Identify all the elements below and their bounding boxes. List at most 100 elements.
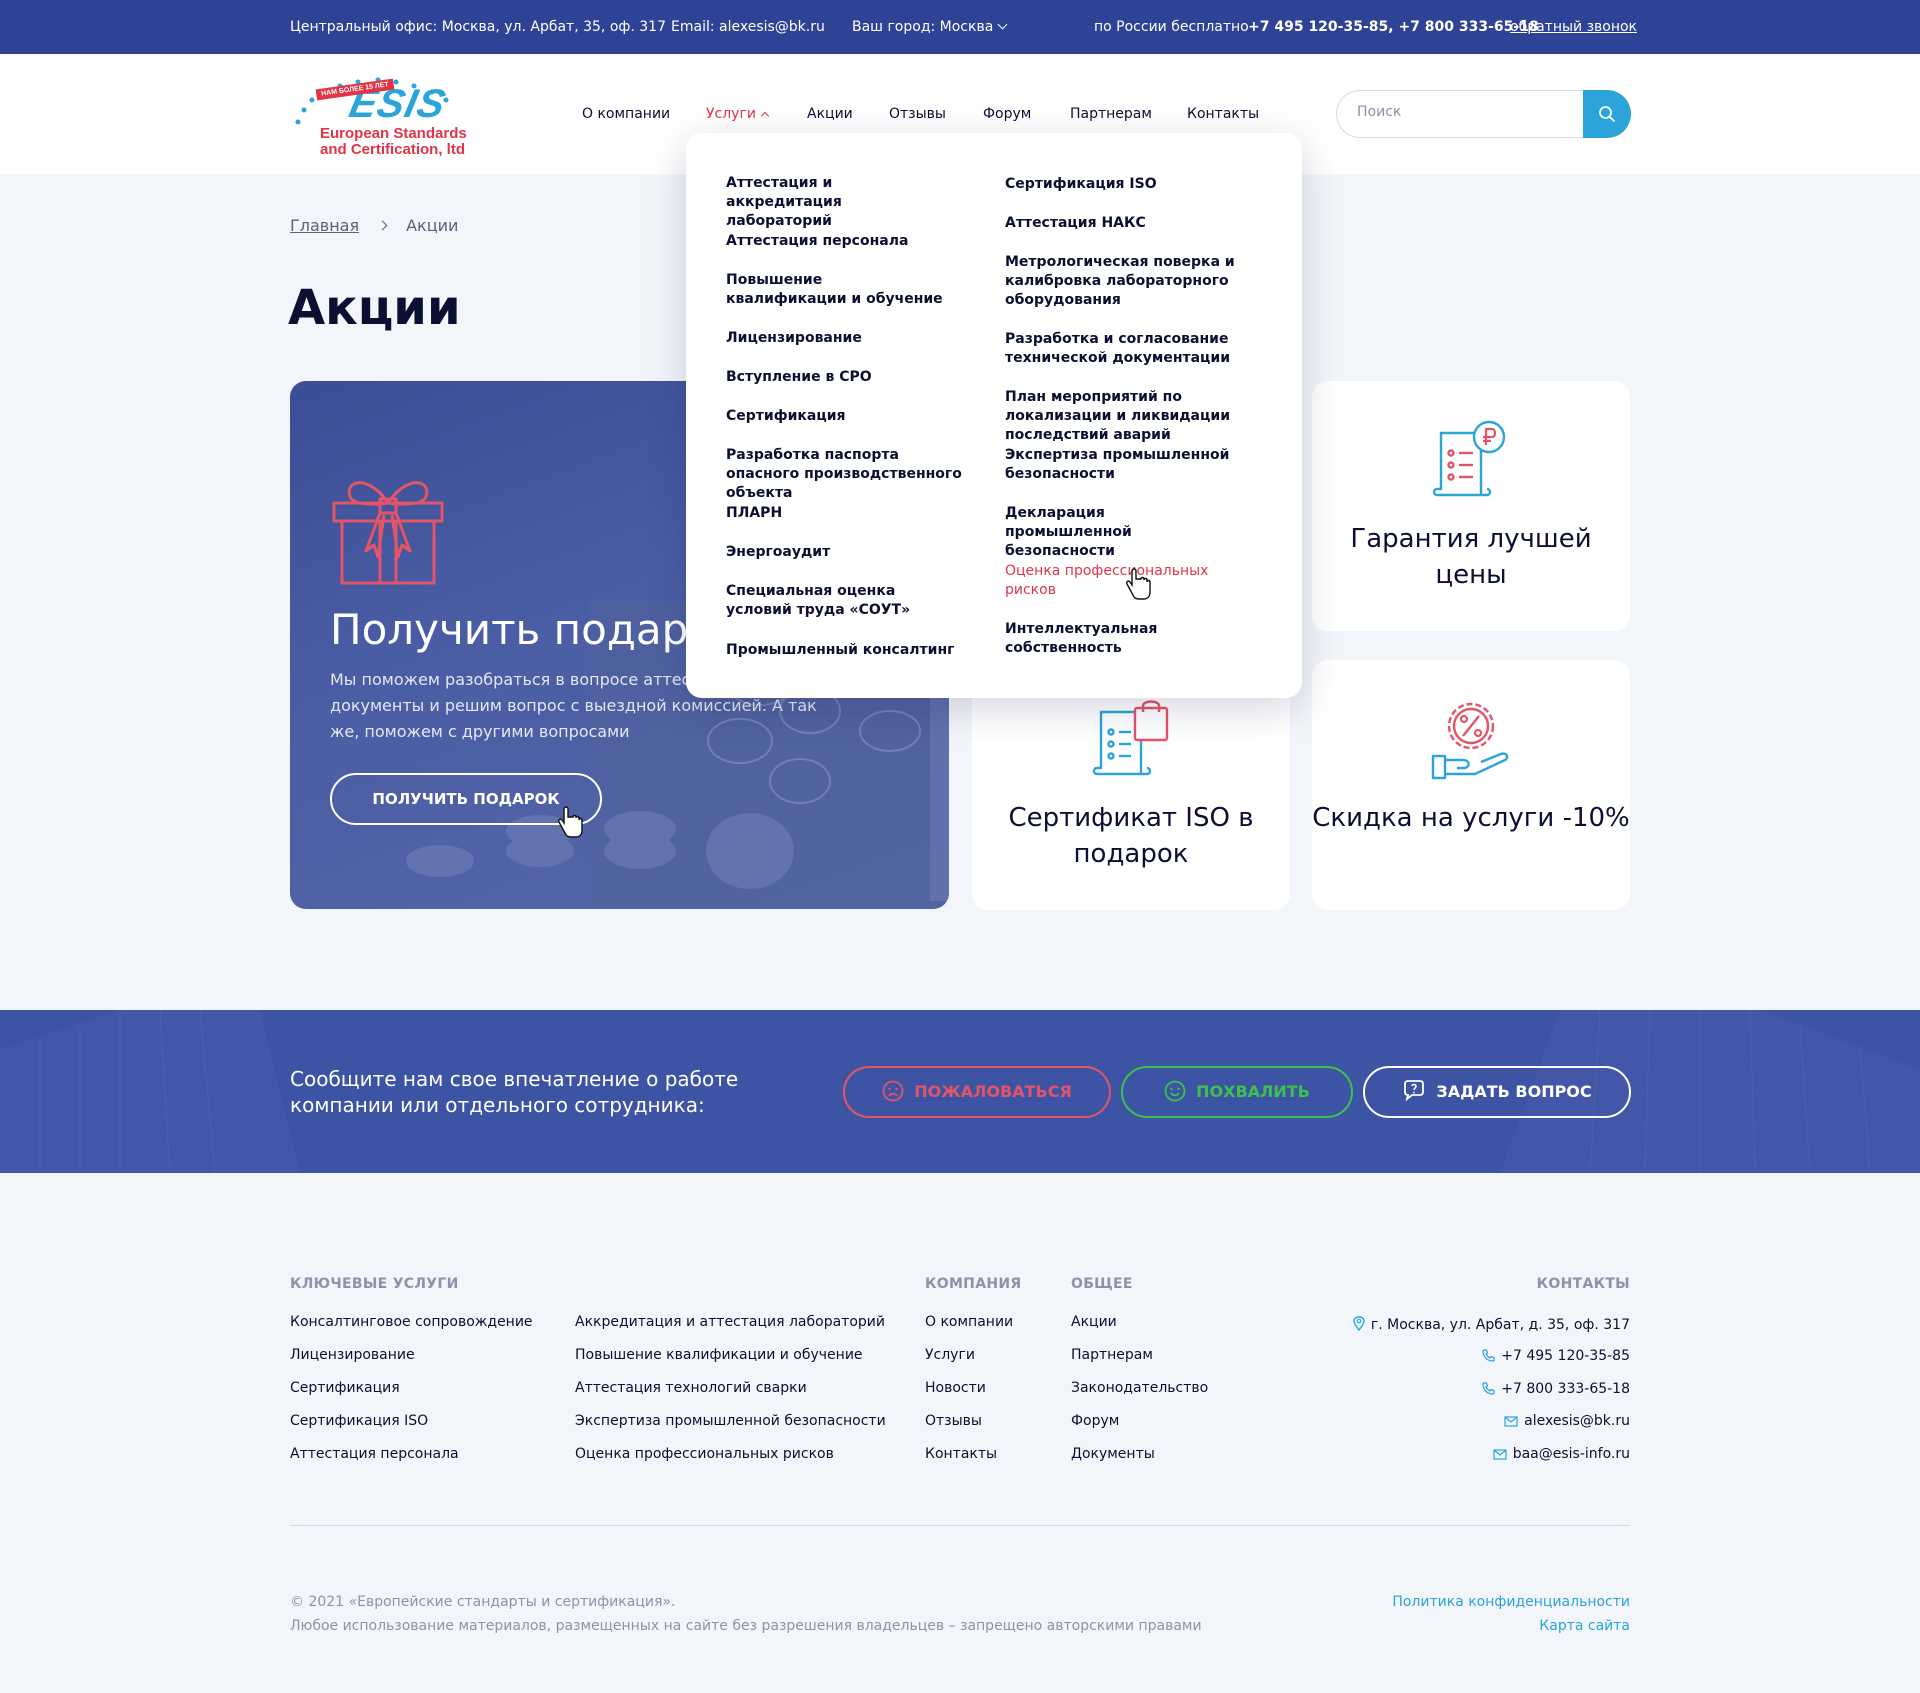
footer-link[interactable]: Лицензирование — [290, 1347, 415, 1363]
footer-link[interactable]: Партнерам — [1071, 1347, 1153, 1363]
dropdown-item[interactable]: Энергоаудит — [726, 543, 946, 562]
dropdown-item[interactable]: Интеллектуальная собственность — [1005, 620, 1275, 658]
feature-iso-text: Сертификат ISO в подарок — [1008, 803, 1254, 869]
footer-link[interactable]: Форум — [1071, 1413, 1119, 1429]
promo-title: Получить подарок — [330, 605, 740, 654]
footer-link[interactable]: Услуги — [925, 1347, 975, 1363]
location-pin-icon — [1353, 1316, 1365, 1332]
footer-link[interactable]: Отзывы — [925, 1413, 982, 1429]
ask-question-button[interactable]: ЗАДАТЬ ВОПРОС — [1363, 1066, 1631, 1118]
feedback-prompt: Сообщите нам свое впечатление о работе к… — [290, 1067, 739, 1117]
footer-address: г. Москва, ул. Арбат, д. 35, оф. 317 — [1353, 1314, 1630, 1333]
dropdown-item[interactable]: Декларация промышленной безопасности — [1005, 504, 1235, 561]
footer-link[interactable]: Контакты — [925, 1446, 997, 1462]
search-input[interactable] — [1357, 104, 1577, 120]
city-selector[interactable]: Ваш город: Москва — [852, 19, 1008, 35]
footer-link[interactable]: Оценка профессиональных рисков — [575, 1446, 834, 1462]
chevron-down-icon — [997, 19, 1008, 30]
footer-link[interactable]: Акции — [1071, 1314, 1117, 1330]
dropdown-item[interactable]: Метрологическая поверка и калибровка лаб… — [1005, 253, 1245, 310]
dropdown-item[interactable]: Разработка паспорта опасного производств… — [726, 446, 966, 503]
footer-email-1-text: alexesis@bk.ru — [1524, 1413, 1630, 1429]
footer-divider — [290, 1525, 1630, 1526]
dropdown-item[interactable]: ПЛАРН — [726, 504, 946, 523]
nav-promotions[interactable]: Акции — [807, 106, 853, 122]
footer-link[interactable]: Консалтинговое сопровождение — [290, 1314, 533, 1330]
footer-phone-1[interactable]: +7 495 120-35-85 — [1482, 1347, 1630, 1364]
logo-line-2: and Certification, ltd — [320, 141, 466, 158]
dropdown-item[interactable]: Аттестация НАКС — [1005, 214, 1275, 233]
footer-email-2-text: baa@esis-info.ru — [1512, 1446, 1630, 1462]
dropdown-item[interactable]: Повышение квалификации и обучение — [726, 271, 946, 309]
office-address: Центральный офис: Москва, ул. Арбат, 35,… — [290, 19, 666, 35]
dropdown-item[interactable]: Разработка и согласование технической до… — [1005, 330, 1245, 368]
feature-discount-text: Скидка на услуги -10% — [1312, 803, 1630, 833]
page-title: Акции — [288, 280, 461, 336]
footer-email-2[interactable]: baa@esis-info.ru — [1493, 1446, 1630, 1462]
footer-link[interactable]: Повышение квалификации и обучение — [575, 1347, 863, 1363]
footer-link[interactable]: Аккредитация и аттестация лабораторий — [575, 1314, 885, 1330]
footer-link[interactable]: О компании — [925, 1314, 1013, 1330]
hand-cursor-icon — [1126, 568, 1151, 600]
feature-card-best-price[interactable]: Гарантия лучшей цены — [1312, 381, 1630, 631]
footer-link[interactable]: Документы — [1071, 1446, 1155, 1462]
question-chat-icon — [1404, 1080, 1425, 1102]
nav-contacts[interactable]: Контакты — [1187, 106, 1259, 122]
footer-link[interactable]: Сертификация ISO — [290, 1413, 428, 1429]
sitemap-link[interactable]: Карта сайта — [1392, 1614, 1630, 1638]
footer-link[interactable]: Аттестация технологий сварки — [575, 1380, 807, 1396]
footer-link[interactable]: Экспертиза промышленной безопасности — [575, 1413, 886, 1429]
smile-face-icon — [1164, 1080, 1186, 1102]
callback-link[interactable]: обратный звонок — [1510, 19, 1637, 35]
praise-button[interactable]: ПОХВАЛИТЬ — [1121, 1066, 1353, 1118]
dropdown-item[interactable]: Специальная оценка условий труда «СОУТ» — [726, 582, 946, 620]
discount-hand-icon — [1431, 702, 1509, 780]
footer-link[interactable]: Сертификация — [290, 1380, 400, 1396]
footer-phone-2-text: +7 800 333-65-18 — [1501, 1381, 1630, 1397]
dropdown-item[interactable]: Сертификация ISO — [1005, 175, 1275, 194]
dropdown-item[interactable]: Сертификация — [726, 407, 946, 426]
footer-address-text: г. Москва, ул. Арбат, д. 35, оф. 317 — [1370, 1317, 1630, 1333]
dropdown-item[interactable]: План мероприятий по локализации и ликвид… — [1005, 388, 1275, 445]
dropdown-item[interactable]: Вступление в СРО — [726, 368, 946, 387]
footer-link[interactable]: Новости — [925, 1380, 986, 1396]
dropdown-item[interactable]: Промышленный консалтинг — [726, 641, 966, 660]
phone-icon — [1482, 1382, 1495, 1395]
footer-email-1[interactable]: alexesis@bk.ru — [1504, 1413, 1630, 1429]
search-button[interactable] — [1583, 90, 1631, 138]
nav-about[interactable]: О компании — [582, 106, 670, 122]
certificate-bag-icon — [1092, 700, 1169, 776]
nav-forum[interactable]: Форум — [983, 106, 1031, 122]
privacy-policy-link[interactable]: Политика конфиденциальности — [1392, 1590, 1630, 1614]
price-document-icon — [1432, 420, 1506, 497]
feature-card-discount[interactable]: Скидка на услуги -10% — [1312, 660, 1630, 910]
logo[interactable]: ESIS НАМ БОЛЕЕ 15 ЛЕТ European Standards… — [290, 70, 500, 162]
dropdown-item[interactable]: Аттестация и аккредитация лабораторий — [726, 174, 946, 231]
breadcrumb-current: Акции — [406, 216, 459, 235]
top-email[interactable]: Email: alexesis@bk.ru — [671, 19, 825, 35]
feedback-band: Сообщите нам свое впечатление о работе к… — [0, 1010, 1920, 1173]
hand-cursor-icon — [558, 806, 583, 838]
footer-phone-2[interactable]: +7 800 333-65-18 — [1482, 1380, 1630, 1397]
phone-icon — [1482, 1349, 1495, 1362]
footer-key-services-title: КЛЮЧЕВЫЕ УСЛУГИ — [290, 1276, 459, 1292]
complain-button[interactable]: ПОЖАЛОВАТЬСЯ — [843, 1066, 1111, 1118]
nav-services[interactable]: Услуги — [706, 106, 770, 122]
dropdown-item[interactable]: Экспертиза промышленной безопасности — [1005, 446, 1235, 484]
top-phones[interactable]: +7 495 120-35-85, +7 800 333-65-18 — [1248, 19, 1539, 35]
services-dropdown: Аттестация и аккредитация лабораторий Ат… — [686, 133, 1302, 698]
dropdown-item[interactable]: Лицензирование — [726, 329, 946, 348]
footer-link[interactable]: Аттестация персонала — [290, 1446, 459, 1462]
dropdown-item-highlighted[interactable]: Оценка профессиональных рисков — [1005, 562, 1235, 600]
breadcrumb-home[interactable]: Главная — [290, 216, 359, 235]
praise-label: ПОХВАЛИТЬ — [1196, 1082, 1310, 1101]
copyright-notice: Любое использование материалов, размещен… — [290, 1618, 1202, 1634]
footer-contacts-title: КОНТАКТЫ — [1536, 1276, 1630, 1292]
nav-partners[interactable]: Партнерам — [1070, 106, 1152, 122]
feature-best-price-text: Гарантия лучшей цены — [1350, 524, 1592, 590]
footer-link[interactable]: Законодательство — [1071, 1380, 1208, 1396]
logo-text: European Standards and Certification, lt… — [320, 126, 467, 158]
copyright-text: © 2021 «Европейские стандарты и сертифик… — [290, 1594, 676, 1610]
nav-reviews[interactable]: Отзывы — [889, 106, 946, 122]
dropdown-item[interactable]: Аттестация персонала — [726, 232, 946, 251]
